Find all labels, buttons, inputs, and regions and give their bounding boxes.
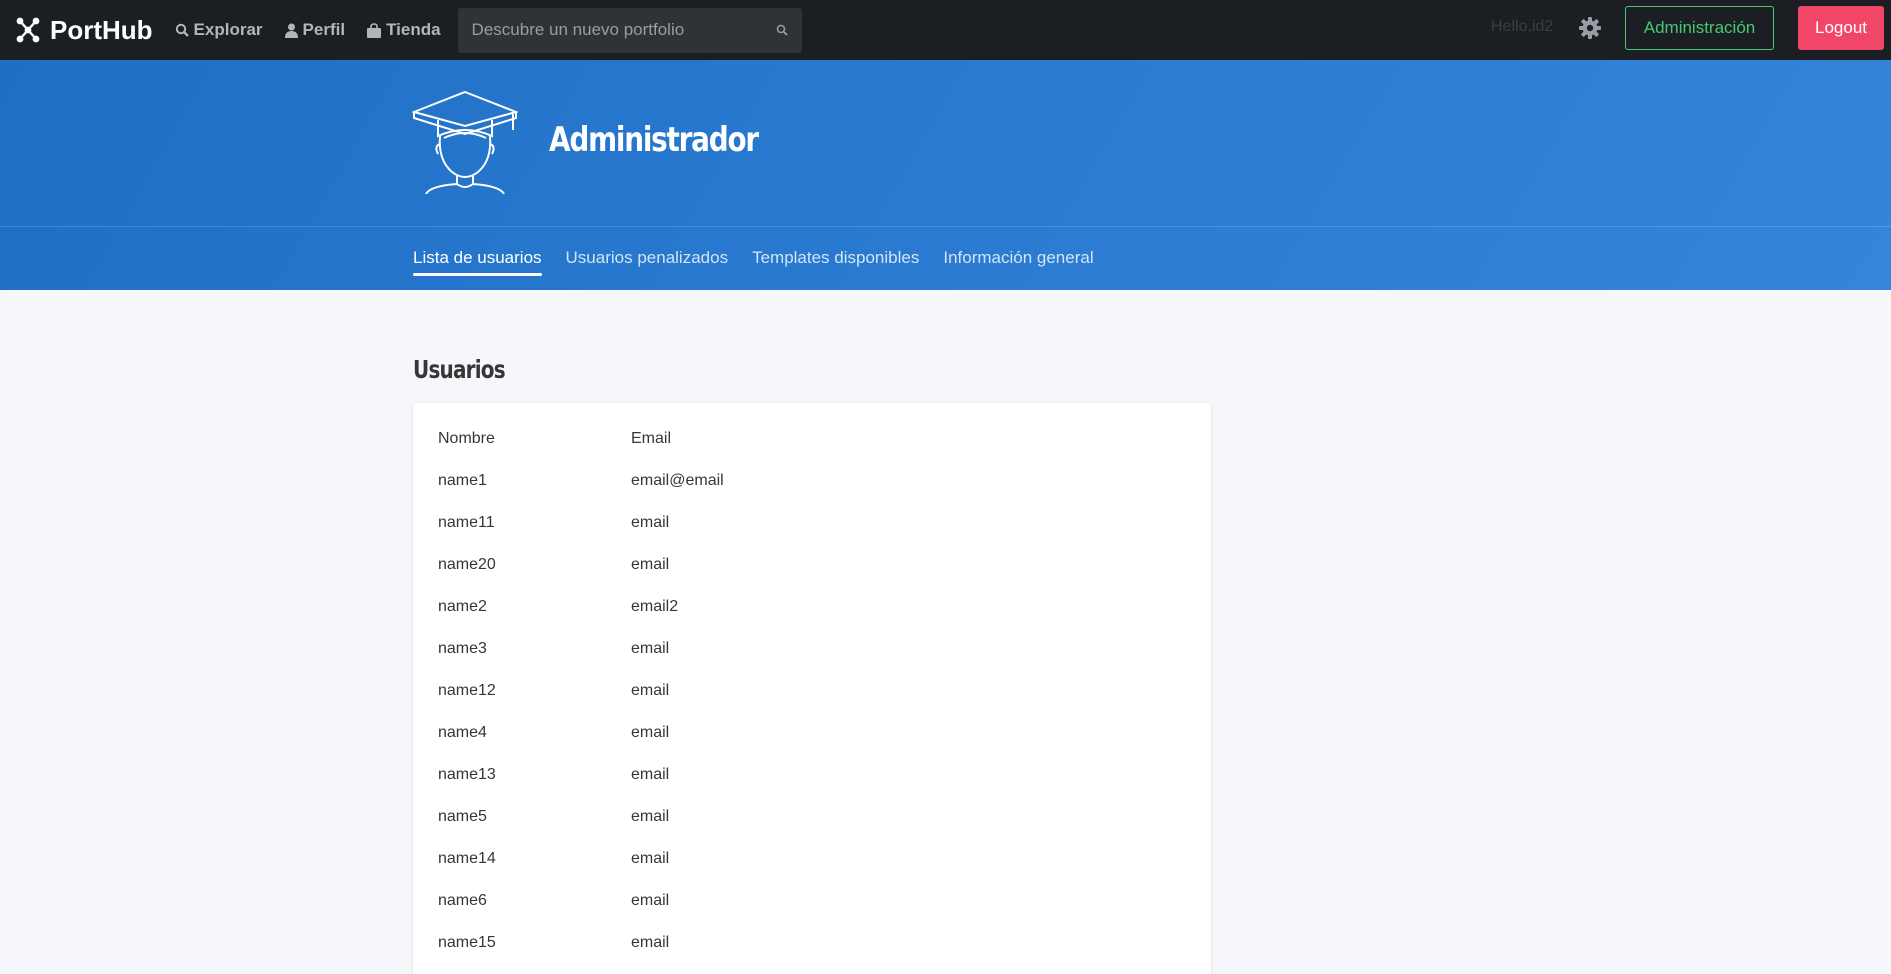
user-email-cell: email [631,640,670,657]
nav-link-label: Perfil [302,20,346,39]
hello-user-text: Hello,id2 [1491,18,1554,35]
user-name-cell: name11 [438,514,495,531]
user-email-cell: email [631,934,670,951]
section-title: Usuarios [413,355,506,384]
users-card: Nombre Email name1 email@email name11 emai… [413,403,1211,974]
search-icon [175,23,189,37]
table-row[interactable]: name2 email2 [426,586,736,628]
user-name-cell: name2 [438,598,487,615]
table-row[interactable]: name15 email [426,922,736,964]
user-email-cell: email [631,808,670,825]
brand-name: PortHub [50,14,153,45]
table-row[interactable]: name11 email [426,502,736,544]
table-row[interactable]: name4 email [426,712,736,754]
user-email-cell: email [631,766,670,783]
tab-templates-disponibles[interactable]: Templates disponibles [752,240,919,276]
shopping-bag-icon [367,22,382,38]
user-email-cell: email@email [631,472,724,489]
user-email-cell: email [631,724,670,741]
search-input[interactable] [471,20,776,40]
hero-header: Administrador [0,60,1891,226]
administracion-button[interactable]: Administración [1625,6,1774,50]
logout-button[interactable]: Logout [1798,6,1884,50]
nav-link-label: Explorar [193,20,263,39]
nav-link-explorar[interactable]: Explorar [175,0,263,60]
user-email-cell: email [631,556,670,573]
user-name-cell: name12 [438,682,496,699]
user-name-cell: name4 [438,724,487,741]
table-row[interactable]: name12 email [426,670,736,712]
user-name-cell: name1 [438,472,487,489]
table-row[interactable]: name13 email [426,754,736,796]
search-icon[interactable] [776,24,788,36]
user-name-cell: name13 [438,766,496,783]
page-title: Administrador [549,120,759,160]
column-header-nombre: Nombre [438,430,495,447]
table-row[interactable]: name6 email [426,880,736,922]
graduate-avatar-icon [412,90,518,194]
user-email-cell: email [631,514,670,531]
admin-hero-banner: Administrador Lista de usuarios Usuarios… [0,60,1891,290]
admin-tabs: Lista de usuarios Usuarios penalizados T… [413,226,1118,290]
table-row[interactable]: name1 email@email [426,460,736,502]
table-row[interactable]: name14 email [426,838,736,880]
column-header-email: Email [631,430,672,447]
user-email-cell: email [631,892,670,909]
user-email-cell: email [631,682,670,699]
gear-icon[interactable] [1578,16,1602,40]
nav-link-tienda[interactable]: Tienda [367,0,441,60]
user-name-cell: name6 [438,892,487,909]
user-name-cell: name14 [438,850,496,867]
user-icon [284,23,298,38]
user-name-cell: name3 [438,640,487,657]
nav-link-perfil[interactable]: Perfil [284,0,346,60]
tab-lista-de-usuarios[interactable]: Lista de usuarios [413,240,542,276]
user-name-cell: name5 [438,808,487,825]
table-row[interactable]: name3 email [426,628,736,670]
user-email-cell: email2 [631,598,679,615]
top-navbar: PortHub Explorar Perfil Tienda Hello,id2… [0,0,1891,60]
porthub-logo-icon [16,17,40,43]
user-email-cell: email [631,850,670,867]
tab-usuarios-penalizados[interactable]: Usuarios penalizados [566,240,729,276]
brand-logo-link[interactable]: PortHub [16,0,153,60]
user-name-cell: name20 [438,556,496,573]
user-name-cell: name15 [438,934,496,951]
table-header-row: Nombre Email [426,418,736,460]
nav-link-label: Tienda [386,20,441,39]
table-row[interactable]: name5 email [426,796,736,838]
portfolio-search-box[interactable] [457,7,802,53]
table-row[interactable]: name20 email [426,544,736,586]
tab-informacion-general[interactable]: Información general [943,240,1093,276]
users-table: Nombre Email name1 email@email name11 emai… [426,418,736,964]
